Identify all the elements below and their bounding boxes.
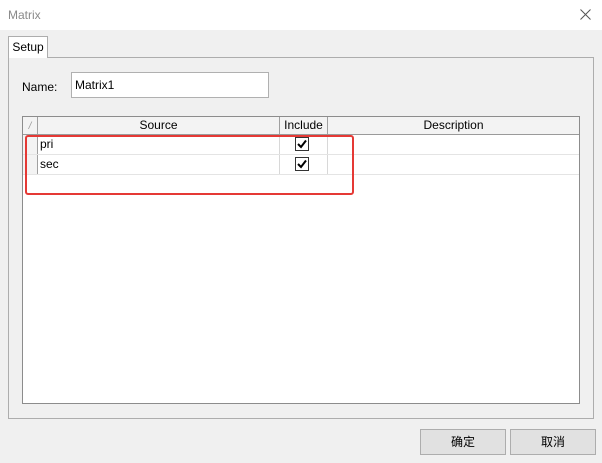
close-button[interactable] [574, 4, 596, 24]
name-label: Name: [22, 80, 58, 94]
source-value: sec [40, 157, 59, 171]
matrix-dialog: Matrix Setup Name: / Source Include Desc… [0, 0, 602, 463]
include-checkbox[interactable] [295, 157, 309, 171]
include-checkbox[interactable] [295, 137, 309, 151]
source-value: pri [40, 137, 54, 151]
row-header[interactable] [23, 155, 38, 174]
checkmark-icon [297, 159, 307, 169]
column-header-description[interactable]: Description [328, 117, 579, 134]
source-cell[interactable]: sec [38, 155, 280, 174]
ok-button[interactable]: 确定 [420, 429, 506, 455]
tab-setup-label: Setup [12, 40, 44, 54]
cancel-button-label: 取消 [540, 435, 565, 449]
sort-indicator: / [28, 121, 32, 132]
table-row[interactable]: sec [23, 155, 579, 175]
include-cell[interactable] [280, 155, 328, 174]
table-row[interactable]: pri [23, 135, 579, 155]
row-header[interactable] [23, 135, 38, 154]
window-title: Matrix [8, 8, 41, 22]
ok-button-label: 确定 [450, 435, 475, 449]
tab-setup[interactable]: Setup [8, 36, 48, 58]
checkmark-icon [297, 139, 307, 149]
column-header-source-label: Source [139, 118, 178, 132]
column-header-include[interactable]: Include [280, 117, 328, 134]
grid-header: / Source Include Description [23, 117, 579, 135]
row-header-corner: / [23, 117, 38, 134]
title-bar: Matrix [0, 0, 602, 30]
cancel-button[interactable]: 取消 [510, 429, 596, 455]
source-cell[interactable]: pri [38, 135, 280, 154]
name-input[interactable] [71, 72, 269, 98]
column-header-include-label: Include [284, 118, 323, 132]
description-cell[interactable] [328, 155, 579, 174]
include-cell[interactable] [280, 135, 328, 154]
column-header-description-label: Description [423, 118, 484, 132]
column-header-source[interactable]: Source [38, 117, 280, 134]
source-grid: / Source Include Description pri sec [22, 116, 580, 404]
close-icon [579, 8, 591, 20]
description-cell[interactable] [328, 135, 579, 154]
